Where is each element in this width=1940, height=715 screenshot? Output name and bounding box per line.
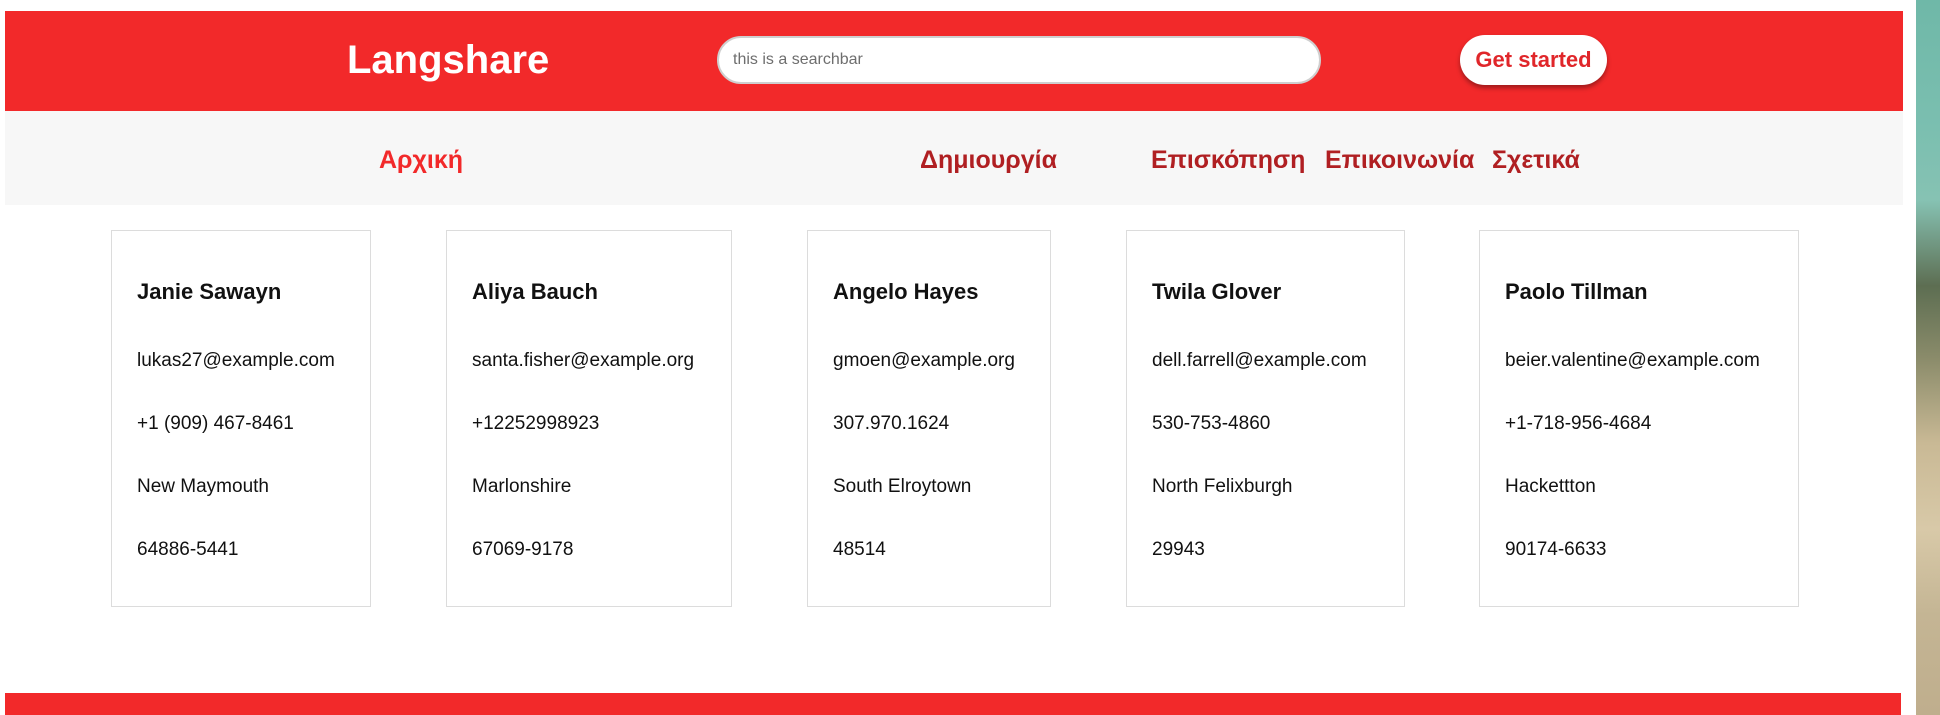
card-phone: +12252998923: [472, 413, 600, 434]
card-name: Paolo Tillman: [1505, 279, 1648, 304]
get-started-button[interactable]: Get started: [1460, 35, 1607, 85]
card-phone: +1-718-956-4684: [1505, 413, 1652, 434]
card-zip: 64886-5441: [137, 539, 239, 560]
nav-item-create[interactable]: Δημιουργία: [920, 145, 1057, 175]
contact-card: Angelo Hayes gmoen@example.org 307.970.1…: [807, 230, 1051, 607]
card-email: santa.fisher@example.org: [472, 350, 695, 371]
card-email: lukas27@example.com: [137, 350, 335, 371]
site-logo[interactable]: Langshare: [347, 35, 549, 85]
card-email: gmoen@example.org: [833, 350, 1015, 371]
nav-item-about[interactable]: Σχετικά: [1492, 145, 1580, 175]
card-phone: 530-753-4860: [1152, 413, 1271, 434]
main-nav: Αρχική Δημιουργία Επισκόπηση Επικοινωνία…: [5, 111, 1903, 205]
card-phone: +1 (909) 467-8461: [137, 413, 294, 434]
card-name: Angelo Hayes: [833, 279, 979, 304]
card-city: Marlonshire: [472, 476, 572, 497]
nav-item-home[interactable]: Αρχική: [379, 145, 463, 175]
card-email: beier.valentine@example.com: [1505, 350, 1760, 371]
top-header: Langshare Get started: [5, 11, 1903, 111]
contact-card: Aliya Bauch santa.fisher@example.org +12…: [446, 230, 732, 607]
card-email: dell.farrell@example.com: [1152, 350, 1367, 371]
search-input[interactable]: [717, 36, 1321, 84]
card-name: Twila Glover: [1152, 279, 1282, 304]
nav-item-overview[interactable]: Επισκόπηση: [1151, 145, 1305, 175]
background-photo: [1904, 0, 1940, 715]
card-zip: 90174-6633: [1505, 539, 1607, 560]
card-zip: 67069-9178: [472, 539, 574, 560]
contact-card: Janie Sawayn lukas27@example.com +1 (909…: [111, 230, 371, 607]
footer-bar: [5, 693, 1901, 715]
contact-card: Paolo Tillman beier.valentine@example.co…: [1479, 230, 1799, 607]
card-city: South Elroytown: [833, 476, 972, 497]
card-name: Janie Sawayn: [137, 279, 282, 304]
card-name: Aliya Bauch: [472, 279, 598, 304]
card-zip: 48514: [833, 539, 886, 560]
nav-item-contact[interactable]: Επικοινωνία: [1325, 145, 1474, 175]
card-phone: 307.970.1624: [833, 413, 950, 434]
page: Langshare Get started Αρχική Δημιουργία …: [0, 0, 1940, 715]
card-city: Hackettton: [1505, 476, 1596, 497]
card-city: North Felixburgh: [1152, 476, 1293, 497]
contact-card: Twila Glover dell.farrell@example.com 53…: [1126, 230, 1405, 607]
card-city: New Maymouth: [137, 476, 269, 497]
card-zip: 29943: [1152, 539, 1205, 560]
